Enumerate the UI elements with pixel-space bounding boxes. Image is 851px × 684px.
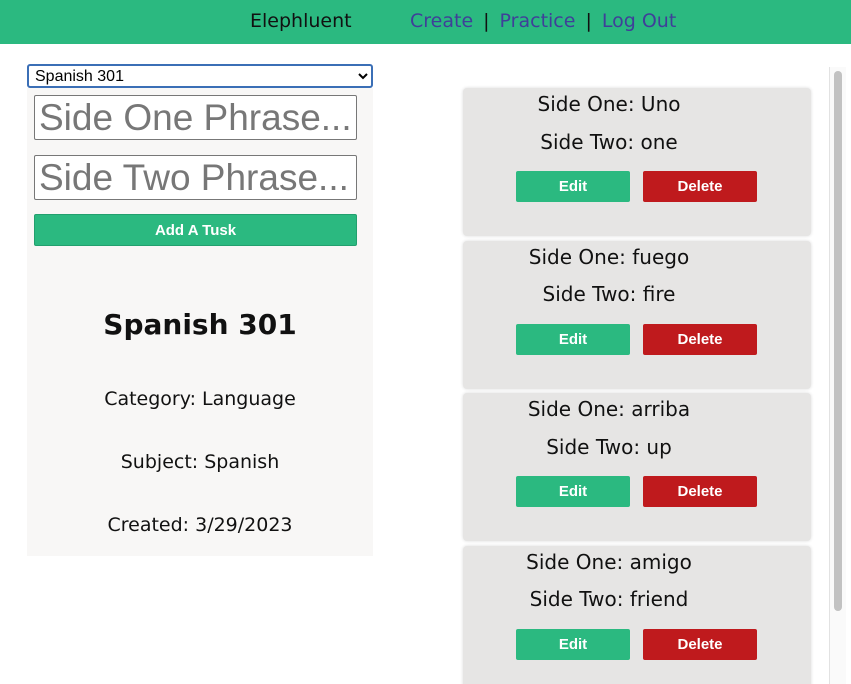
card-side-one: Side One: amigo xyxy=(526,550,692,574)
set-subject: Subject: Spanish xyxy=(120,451,280,473)
edit-button[interactable]: Edit xyxy=(516,629,630,660)
edit-button[interactable]: Edit xyxy=(516,171,630,202)
edit-button[interactable]: Edit xyxy=(516,324,630,355)
nav-links: Create | Practice | Log Out xyxy=(410,10,676,32)
edit-button[interactable]: Edit xyxy=(516,476,630,507)
nav-link-create[interactable]: Create xyxy=(410,10,473,32)
delete-button[interactable]: Delete xyxy=(643,171,757,202)
nav-separator: | xyxy=(585,10,592,32)
card-side-two: Side Two: friend xyxy=(529,587,689,611)
card-item: Side One: Uno Side Two: one Edit Delete xyxy=(463,88,811,236)
cards-list: Side One: Uno Side Two: one Edit Delete … xyxy=(457,80,819,684)
delete-button[interactable]: Delete xyxy=(643,629,757,660)
set-select[interactable]: Spanish 301 xyxy=(27,64,373,88)
card-side-one: Side One: fuego xyxy=(528,245,690,269)
set-title: Spanish 301 xyxy=(103,308,297,341)
card-side-one: Side One: Uno xyxy=(537,92,681,116)
delete-button[interactable]: Delete xyxy=(643,324,757,355)
card-side-two: Side Two: one xyxy=(540,130,678,154)
card-item: Side One: amigo Side Two: friend Edit De… xyxy=(463,546,811,684)
brand-name: Elephluent xyxy=(250,10,352,32)
side-two-input[interactable] xyxy=(34,155,357,200)
delete-button[interactable]: Delete xyxy=(643,476,757,507)
top-navbar: Elephluent Create | Practice | Log Out xyxy=(0,0,851,44)
card-item: Side One: fuego Side Two: fire Edit Dele… xyxy=(463,241,811,389)
cards-scrollbar[interactable] xyxy=(829,67,846,684)
card-side-two: Side Two: fire xyxy=(542,282,676,306)
add-tusk-button[interactable]: Add A Tusk xyxy=(34,214,357,246)
set-editor-panel: Add A Tusk Spanish 301 Category: Languag… xyxy=(27,88,373,556)
nav-separator: | xyxy=(483,10,490,32)
set-created-date: Created: 3/29/2023 xyxy=(107,514,293,536)
nav-link-practice[interactable]: Practice xyxy=(500,10,576,32)
side-one-input[interactable] xyxy=(34,95,357,140)
card-item: Side One: arriba Side Two: up Edit Delet… xyxy=(463,393,811,541)
card-side-one: Side One: arriba xyxy=(527,397,691,421)
nav-link-logout[interactable]: Log Out xyxy=(602,10,676,32)
card-side-two: Side Two: up xyxy=(546,435,672,459)
set-category: Category: Language xyxy=(104,388,296,410)
scrollbar-thumb[interactable] xyxy=(834,71,842,611)
